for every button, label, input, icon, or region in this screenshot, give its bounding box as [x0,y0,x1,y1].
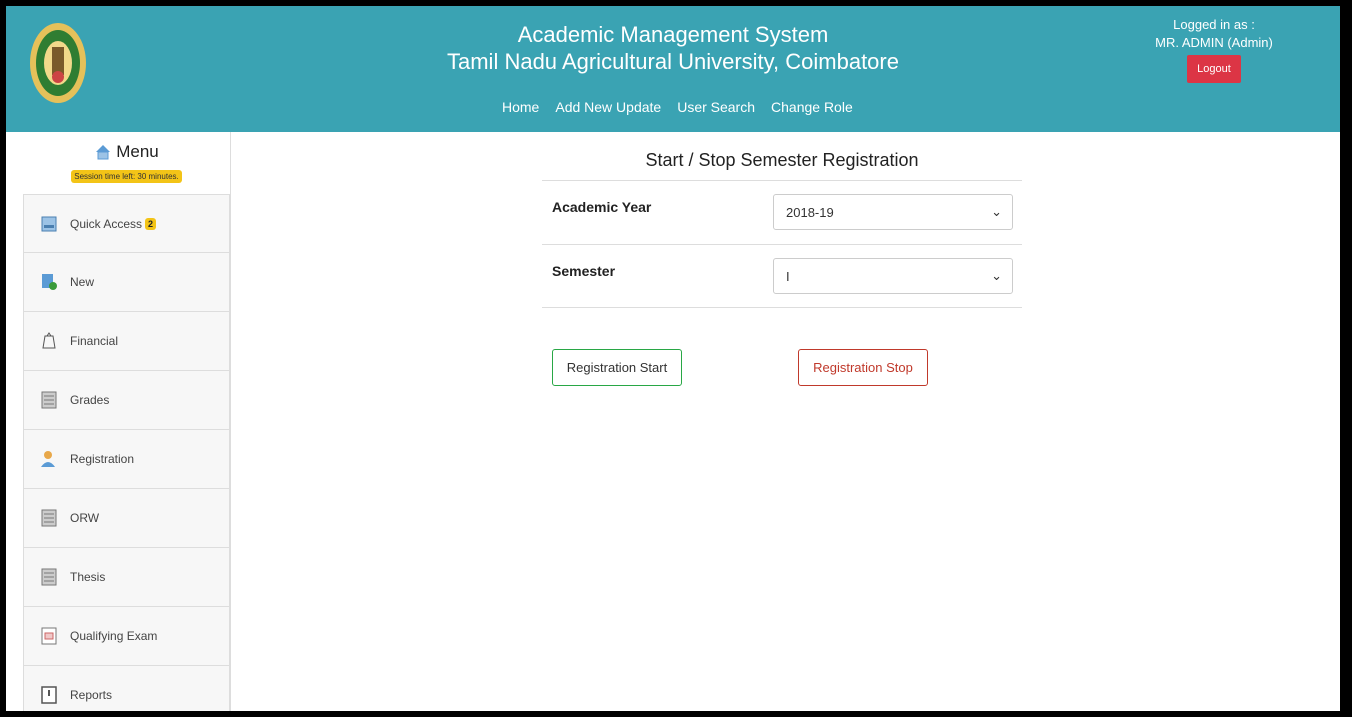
sidebar: Menu Session time left: 30 minutes. Quic… [23,132,231,711]
session-timer: Session time left: 30 minutes. [23,166,230,184]
sidebar-item-registration[interactable]: Registration [23,430,230,489]
sidebar-item-label: Grades [70,393,110,407]
menu-label: Menu [116,142,159,161]
nav-change-role[interactable]: Change Role [763,91,861,123]
quick-access-count-badge: 2 [145,217,157,230]
sidebar-item-label: Thesis [70,570,106,584]
financial-icon [42,332,56,349]
registration-icon [41,451,55,467]
sidebar-item-label: Financial [70,334,119,348]
thesis-icon [41,568,57,586]
session-text: Session time left: 30 minutes. [71,170,182,183]
sidebar-item-grades[interactable]: Grades [23,371,230,430]
header: Academic Management System Tamil Nadu Ag… [6,6,1340,132]
menu-header[interactable]: Menu [23,132,230,162]
sidebar-item-label: Reports [70,688,113,702]
sidebar-item-label: New [70,275,95,289]
login-info: Logged in as : MR. ADMIN (Admin) Logout [1144,16,1284,83]
sidebar-item-label: ORW [70,511,100,525]
logout-button[interactable]: Logout [1187,55,1241,83]
semester-row: Semester I ⌄ [542,244,1022,308]
nav-home[interactable]: Home [494,91,547,123]
sidebar-item-reports[interactable]: Reports [23,666,230,711]
quick-access-icon [41,216,57,231]
chevron-down-icon: ⌄ [991,204,1002,219]
grades-icon [41,391,57,409]
sidebar-item-financial[interactable]: Financial [23,312,230,371]
academic-year-row: Academic Year 2018-19 ⌄ [542,180,1022,244]
academic-year-select[interactable]: 2018-19 ⌄ [773,194,1013,230]
app-window: Academic Management System Tamil Nadu Ag… [6,6,1340,711]
nav-user-search[interactable]: User Search [669,91,763,123]
chevron-down-icon: ⌄ [991,268,1002,283]
home-icon [96,145,111,160]
orw-icon [41,509,57,527]
app-title: Academic Management System [517,22,829,47]
registration-start-button[interactable]: Registration Start [552,349,682,386]
qualifying-exam-icon [41,627,57,645]
sidebar-item-orw[interactable]: ORW [23,489,230,548]
registration-form: Academic Year 2018-19 ⌄ Semester I ⌄ [542,180,1022,308]
top-nav: Home Add New Update User Search Change R… [494,88,861,126]
sidebar-item-thesis[interactable]: Thesis [23,548,230,607]
sidebar-item-label: Registration [70,452,135,466]
sidebar-item-label: Qualifying Exam [70,629,158,643]
reports-icon [41,686,57,704]
semester-value: I [786,269,790,284]
academic-year-value: 2018-19 [786,205,834,220]
registration-stop-button[interactable]: Registration Stop [798,349,928,386]
logged-in-label: Logged in as : [1173,17,1255,32]
nav-add-new-update[interactable]: Add New Update [547,91,669,123]
semester-label: Semester [552,263,616,279]
page-title: Start / Stop Semester Registration [645,150,919,170]
sidebar-item-quick-access[interactable]: Quick Access 2 [23,194,230,253]
menu-list: Quick Access 2 New Financial Grades Regi… [23,194,230,711]
sidebar-item-qualifying-exam[interactable]: Qualifying Exam [23,607,230,666]
sidebar-item-new[interactable]: New [23,253,230,312]
user-name: MR. ADMIN (Admin) [1155,35,1273,50]
semester-select[interactable]: I ⌄ [773,258,1013,294]
university-name: Tamil Nadu Agricultural University, Coim… [447,49,899,74]
sidebar-item-label: Quick Access [70,216,143,231]
new-icon [42,274,57,290]
academic-year-label: Academic Year [552,199,652,215]
